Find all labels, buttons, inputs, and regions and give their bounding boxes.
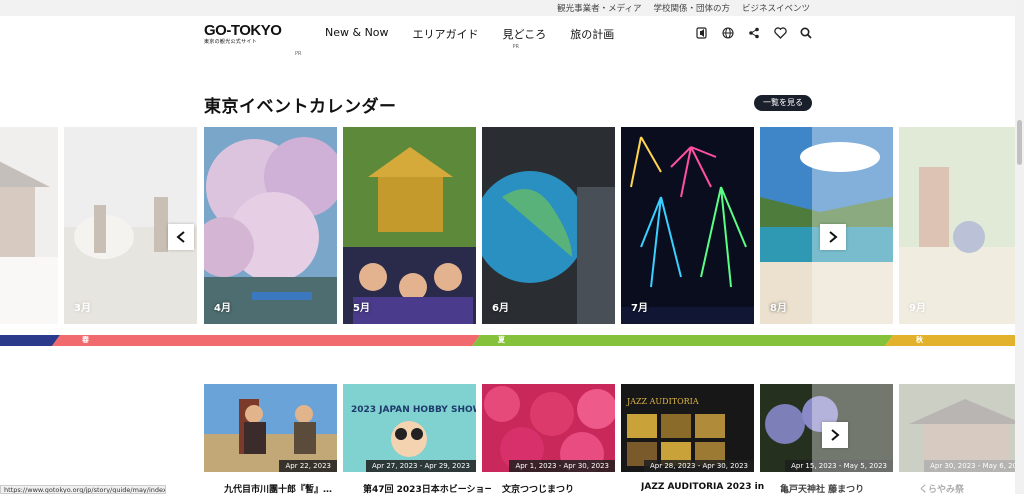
month-card-2[interactable] [0,127,58,324]
chevron-right-icon [831,429,840,441]
status-bar-url: https://www.gotokyo.org/jp/story/guide/m… [0,485,166,494]
share-icon[interactable] [746,25,762,41]
nav-new-now[interactable]: New & Now [325,26,389,42]
section-title: 東京イベントカレンダー [204,97,397,117]
utility-bar: 観光事業者・メディア 学校関係・団体の方 ビジネスイベンツ [0,0,1024,16]
main-nav: New & Now エリアガイド 見どころ PR 旅の計画 [325,26,614,50]
nav-trip-planning[interactable]: 旅の計画 [570,26,614,42]
month-label: 8月 [770,303,787,314]
month-card-5[interactable]: 5月 [343,127,476,324]
chevron-right-icon [829,231,838,243]
globe-icon[interactable] [720,25,736,41]
jazz-poster-text: JAZZ AUDITORIA [626,397,699,406]
pr-label: PR [295,51,302,57]
month-label: 4月 [214,303,231,314]
event-card-2[interactable]: 2023 JAPAN HOBBY SHOW Apr 27, 2023 - Apr… [343,384,476,472]
event-date: Apr 28, 2023 - Apr 30, 2023 [644,460,754,472]
month-card-6[interactable]: 6月 [482,127,615,324]
search-icon[interactable] [798,25,814,41]
audio-icon[interactable] [694,25,710,41]
event-date: Apr 30, 2023 - May 6, 2023 [924,460,1024,472]
carousel-prev-button[interactable] [168,224,194,250]
month-label: 6月 [492,303,509,314]
event-date: Apr 22, 2023 [279,460,337,472]
logo-subtitle: 東京の観光公式サイト [204,39,258,45]
month-label: 5月 [353,303,370,314]
chevron-left-icon [176,231,185,243]
event-date: Apr 1, 2023 - Apr 30, 2023 [509,460,615,472]
event-title[interactable]: くらやみ祭 [919,482,1009,495]
season-spring: 春 [82,336,89,344]
season-summer: 夏 [498,336,505,344]
carousel-next-button[interactable] [820,224,846,250]
event-card-6[interactable]: Apr 30, 2023 - May 6, 2023 [899,384,1024,472]
season-autumn: 秋 [916,336,923,344]
event-title[interactable]: 亀戸天神社 藤まつり [780,482,908,495]
event-title[interactable]: 文京つつじまつり [502,482,630,495]
event-title[interactable]: 九代目市川團十郎『暫』… [224,482,352,495]
nav-area-guide[interactable]: エリアガイド [413,26,479,42]
month-label: 9月 [909,303,926,314]
site-logo[interactable]: GO-TOKYO 東京の観光公式サイト [204,22,282,45]
month-card-4[interactable]: 4月 [204,127,337,324]
event-card-3[interactable]: Apr 1, 2023 - Apr 30, 2023 [482,384,615,472]
link-media[interactable]: 観光事業者・メディア [557,2,641,14]
logo-title: GO-TOKYO [204,22,282,39]
event-card-1[interactable]: Apr 22, 2023 [204,384,337,472]
site-header: GO-TOKYO 東京の観光公式サイト PR New & Now エリアガイド … [0,16,1024,64]
nav-sights[interactable]: 見どころ PR [502,26,547,50]
season-bar [0,335,1015,346]
link-business-events[interactable]: ビジネスイベンツ [742,2,810,14]
event-date: Apr 27, 2023 - Apr 29, 2023 [366,460,476,472]
see-all-button[interactable]: 一覧を見る [754,95,812,111]
events-next-button[interactable] [822,422,848,448]
page-scrollbar[interactable] [1015,0,1024,494]
month-label: 7月 [631,303,648,314]
month-card-9[interactable]: 9月 [899,127,1024,324]
heart-icon[interactable] [772,25,788,41]
event-title[interactable]: 第47回 2023日本ホビーショー [363,482,491,495]
event-title[interactable]: JAZZ AUDITORIA 2023 in [641,482,769,492]
scrollbar-thumb[interactable] [1017,120,1022,165]
nav-sights-pr: PR [512,44,520,50]
nav-sights-label: 見どころ [502,28,547,41]
month-card-7[interactable]: 7月 [621,127,754,324]
month-label: 3月 [74,303,91,314]
link-schools[interactable]: 学校関係・団体の方 [653,2,730,14]
hobby-poster-text: 2023 JAPAN HOBBY SHOW [351,405,476,415]
event-card-4[interactable]: JAZZ AUDITORIA Apr 28, 2023 - Apr 30, 20… [621,384,754,472]
